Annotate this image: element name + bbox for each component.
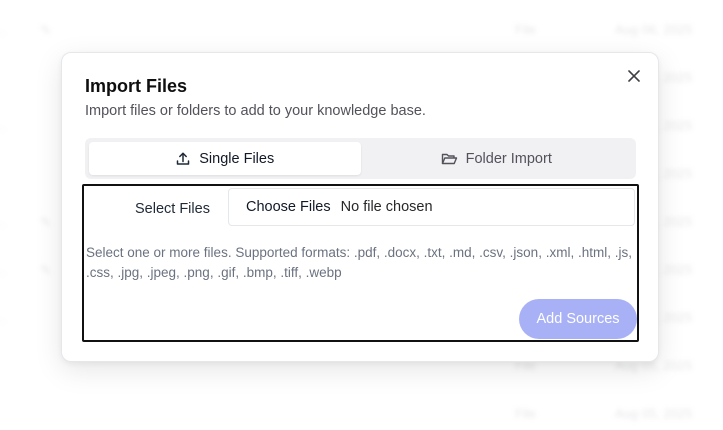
folder-open-icon xyxy=(441,153,457,164)
file-status: No file chosen xyxy=(340,199,433,215)
file-upload-form: Select Files Choose Files No file chosen… xyxy=(82,184,639,342)
tab-single-files[interactable]: Single Files xyxy=(89,142,361,175)
dialog-title: Import Files xyxy=(85,76,188,96)
tab-label: Folder Import xyxy=(465,150,552,167)
import-files-dialog: Import Files Import files or folders to … xyxy=(61,52,659,362)
supported-formats-help: Select one or more files. Supported form… xyxy=(86,245,632,280)
select-files-label: Select Files xyxy=(135,201,210,217)
add-sources-button[interactable]: Add Sources xyxy=(519,299,637,339)
dialog-description: Import files or folders to add to your k… xyxy=(85,103,426,119)
file-input[interactable]: Choose Files No file chosen xyxy=(228,188,635,226)
close-button[interactable] xyxy=(626,68,642,84)
upload-icon xyxy=(177,152,190,165)
tab-folder-import[interactable]: Folder Import xyxy=(361,142,633,175)
import-mode-tabs: Single Files Folder Import xyxy=(85,138,636,179)
tab-label: Single Files xyxy=(199,150,275,167)
choose-files-button[interactable]: Choose Files xyxy=(246,199,331,215)
close-icon xyxy=(628,70,640,82)
